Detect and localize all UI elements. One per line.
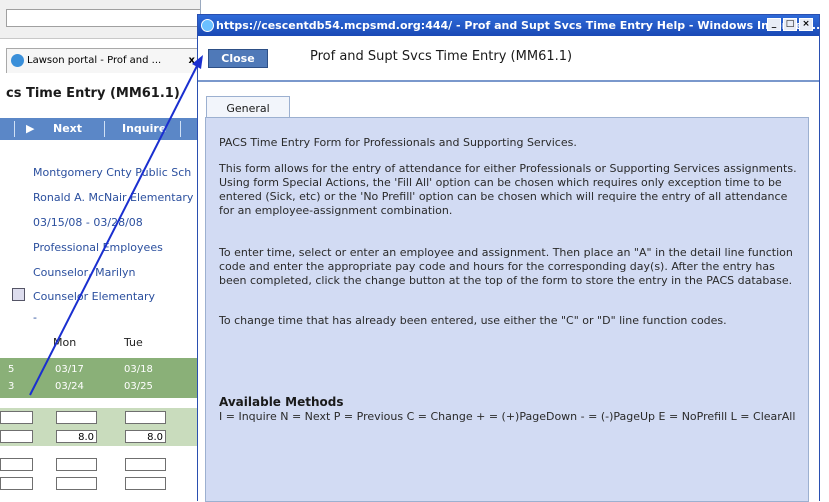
hours-input-mon[interactable]: 8.0 — [56, 430, 97, 443]
help-paragraph-enter: To enter time, select or enter an employ… — [219, 246, 793, 287]
window-titlebar[interactable]: https://cescentdb54.mcpsmd.org:444/ - Pr… — [198, 15, 821, 36]
browser-toolbar — [0, 0, 200, 39]
date-cell: 03/25 — [124, 381, 153, 392]
hours-input[interactable] — [56, 458, 97, 471]
hours-input[interactable] — [125, 477, 166, 490]
inquire-button[interactable]: Inquire — [122, 122, 166, 135]
browser-tab-label: Lawson portal - Prof and ... — [27, 55, 162, 66]
methods-heading: Available Methods — [219, 395, 344, 409]
toolbar-separator — [180, 121, 181, 137]
hours-row: 8.0 8.0 — [0, 427, 200, 446]
hours-row — [0, 408, 200, 427]
info-dash: - — [33, 311, 37, 324]
form-toolbar: ▶ Next Inquire — [0, 118, 200, 140]
help-paragraph-form: This form allows for the entry of attend… — [219, 162, 797, 217]
hours-input[interactable] — [0, 477, 33, 490]
help-header: Close Prof and Supt Svcs Time Entry (MM6… — [198, 36, 819, 82]
window-close-button[interactable]: × — [799, 18, 813, 31]
info-employee-name: Counselor, Marilyn — [33, 266, 136, 279]
browser-tab-lawson-portal[interactable]: Lawson portal - Prof and ... x — [6, 48, 200, 73]
window-title: https://cescentdb54.mcpsmd.org:444/ - Pr… — [216, 19, 821, 32]
toolbar-separator — [104, 121, 105, 137]
minimize-button[interactable]: _ — [767, 18, 781, 31]
toolbar-separator — [14, 121, 15, 137]
general-panel: PACS Time Entry Form for Professionals a… — [205, 117, 809, 502]
help-popup-window: https://cescentdb54.mcpsmd.org:444/ - Pr… — [197, 14, 821, 502]
hours-input[interactable] — [125, 458, 166, 471]
info-pay-period: 03/15/08 - 03/28/08 — [33, 216, 143, 229]
maximize-button[interactable]: □ — [783, 18, 797, 31]
hours-input[interactable] — [0, 430, 33, 443]
tab-close-icon[interactable]: x — [189, 49, 195, 73]
date-cell: 3 — [8, 381, 15, 392]
assignment-checkbox[interactable] — [12, 288, 25, 301]
date-grid: 5 03/17 03/18 3 03/24 03/25 — [0, 358, 200, 398]
hours-row — [0, 474, 200, 493]
column-header-mon: Mon — [53, 336, 77, 349]
form-title: Prof and Supt Svcs Time Entry (MM61.1) — [310, 49, 573, 64]
background-portal-window: Lawson portal - Prof and ... x cs Time E… — [0, 0, 201, 501]
hours-row — [0, 455, 200, 474]
close-button[interactable]: Close — [208, 49, 268, 68]
next-button[interactable]: Next — [53, 122, 82, 135]
date-cell: 03/24 — [55, 381, 84, 392]
info-employee-group: Professional Employees — [33, 241, 163, 254]
help-paragraph-change: To change time that has already been ent… — [219, 314, 727, 327]
hours-input-tue[interactable]: 8.0 — [125, 430, 166, 443]
help-intro: PACS Time Entry Form for Professionals a… — [219, 136, 577, 149]
ie-icon — [11, 53, 24, 67]
column-header-tue: Tue — [124, 336, 143, 349]
hours-input[interactable] — [125, 411, 166, 424]
hours-input[interactable] — [0, 458, 33, 471]
address-bar[interactable] — [6, 9, 200, 27]
info-company: Montgomery Cnty Public Sch — [33, 166, 192, 179]
date-cell: 03/18 — [124, 364, 153, 375]
hours-input[interactable] — [56, 477, 97, 490]
hours-input[interactable] — [56, 411, 97, 424]
date-cell: 03/17 — [55, 364, 84, 375]
ie-icon — [201, 19, 214, 32]
info-school: Ronald A. McNair Elementary — [33, 191, 194, 204]
methods-text: I = Inquire N = Next P = Previous C = Ch… — [219, 410, 796, 423]
help-content: Close Prof and Supt Svcs Time Entry (MM6… — [198, 36, 819, 502]
tab-general[interactable]: General — [206, 96, 290, 118]
next-arrow-icon[interactable]: ▶ — [26, 122, 34, 135]
date-cell: 5 — [8, 364, 15, 375]
form-title-background: cs Time Entry (MM61.1) — [6, 86, 180, 101]
hours-input[interactable] — [0, 411, 33, 424]
info-assignment: Counselor Elementary — [33, 290, 155, 303]
